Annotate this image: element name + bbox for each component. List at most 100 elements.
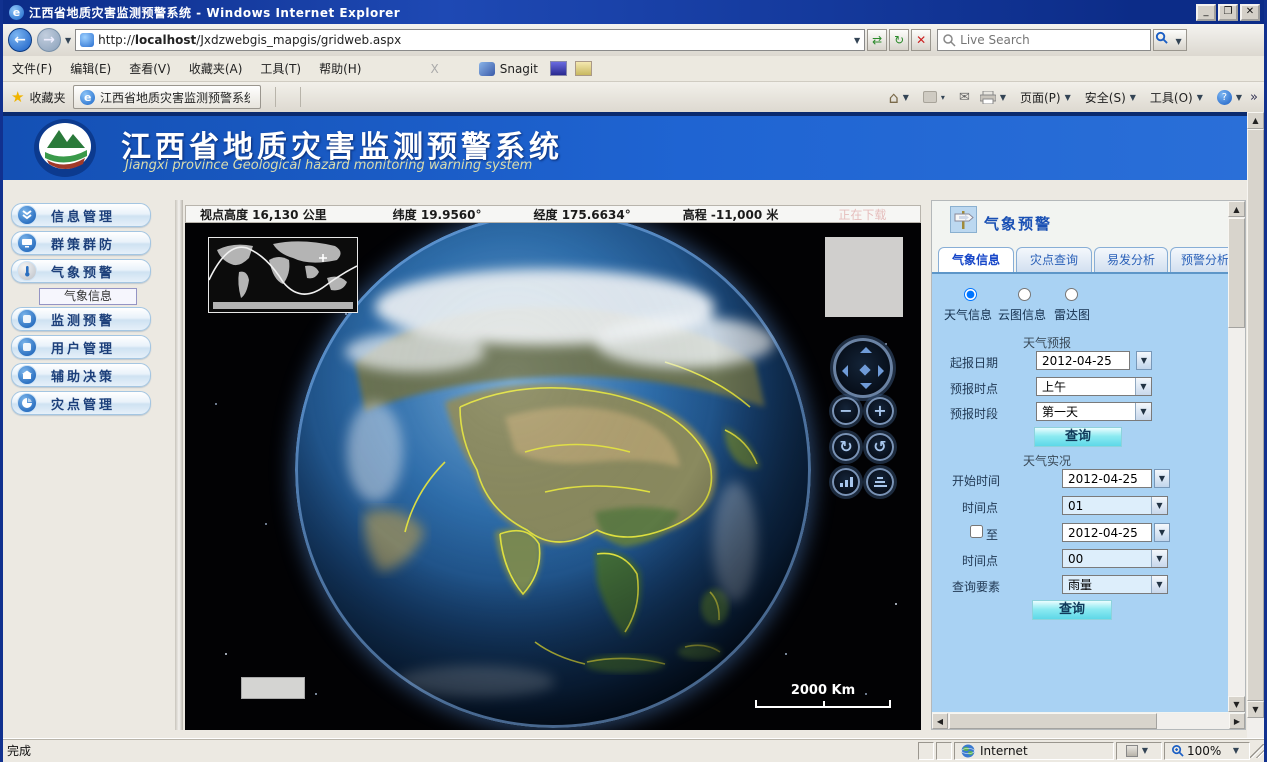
- panel-hscroll-thumb[interactable]: [949, 713, 1157, 729]
- pan-up-icon[interactable]: [860, 347, 872, 353]
- time-point-select[interactable]: 01▼: [1062, 496, 1168, 515]
- radio-label-cloud[interactable]: 云图信息: [998, 306, 1046, 323]
- feeds-button[interactable]: ▾: [923, 91, 949, 103]
- pan-center-icon[interactable]: [859, 364, 870, 375]
- favorites-button[interactable]: 收藏夹: [29, 89, 65, 106]
- address-input[interactable]: http://localhost/Jxdzwebgis_mapgis/gridw…: [75, 29, 865, 51]
- tools-menu-button[interactable]: 工具(O)▼: [1150, 89, 1207, 106]
- page-vscrollbar[interactable]: ▲ ▼: [1247, 112, 1264, 738]
- forecast-time-select[interactable]: 上午▼: [1036, 377, 1152, 396]
- radio-weather-info[interactable]: [964, 288, 977, 301]
- refresh-button[interactable]: ↻: [889, 29, 909, 51]
- restore-button[interactable]: ❐: [1218, 4, 1238, 21]
- until-date-dropdown-icon[interactable]: ▼: [1154, 523, 1170, 542]
- read-mail-button[interactable]: ✉: [959, 90, 970, 105]
- radio-label-weather[interactable]: 天气信息: [944, 306, 992, 323]
- live-query-button[interactable]: 查询: [1032, 600, 1112, 620]
- menu-file[interactable]: 文件(F): [3, 57, 61, 80]
- radio-label-radar[interactable]: 雷达图: [1054, 306, 1090, 323]
- forecast-date-dropdown-icon[interactable]: ▼: [1136, 351, 1152, 370]
- sidebar-splitter[interactable]: [175, 200, 183, 730]
- sidebar-item-group-prevention[interactable]: 群策群防: [11, 231, 151, 255]
- protected-mode-cell[interactable]: ▼: [1116, 742, 1162, 760]
- search-input[interactable]: [960, 33, 1150, 47]
- tilt-up-button[interactable]: [832, 468, 860, 496]
- print-dropdown-icon[interactable]: ▼: [996, 93, 1010, 102]
- zoom-cell[interactable]: 100% ▼: [1164, 742, 1250, 760]
- panel-scroll-left-icon[interactable]: ◀: [932, 713, 948, 729]
- panel-scroll-down-icon[interactable]: ▼: [1228, 696, 1245, 712]
- print-button[interactable]: ▼: [980, 91, 1010, 104]
- panel-scroll-up-icon[interactable]: ▲: [1228, 201, 1245, 217]
- search-box[interactable]: [937, 29, 1151, 51]
- menu-edit[interactable]: 编辑(E): [61, 57, 120, 80]
- panel-scroll-right-icon[interactable]: ▶: [1229, 713, 1245, 729]
- snagit-capture-icon[interactable]: [550, 61, 567, 76]
- panel-vscrollbar[interactable]: ▲ ▼: [1228, 201, 1245, 712]
- rotate-ccw-button[interactable]: ↺: [866, 433, 894, 461]
- protected-dropdown-icon[interactable]: ▼: [1138, 746, 1152, 755]
- help-button[interactable]: ?▼: [1217, 90, 1246, 105]
- page-vscroll-thumb[interactable]: [1247, 129, 1264, 701]
- menu-help[interactable]: 帮助(H): [310, 57, 370, 80]
- until-date-value[interactable]: 2012-04-25: [1062, 523, 1152, 542]
- menu-tools[interactable]: 工具(T): [251, 57, 310, 80]
- start-date-dropdown-icon[interactable]: ▼: [1154, 469, 1170, 488]
- forecast-query-button[interactable]: 查询: [1034, 427, 1122, 447]
- zoom-dropdown-icon[interactable]: ▼: [1229, 746, 1243, 755]
- pan-control[interactable]: [833, 338, 893, 398]
- sidebar-item-user-management[interactable]: 用户管理: [11, 335, 151, 359]
- compatibility-button[interactable]: ⇄: [867, 29, 887, 51]
- radio-radar-image[interactable]: [1065, 288, 1078, 301]
- resize-grip[interactable]: [1250, 744, 1264, 758]
- forward-button[interactable]: →: [37, 28, 61, 52]
- forecast-period-select[interactable]: 第一天▼: [1036, 402, 1152, 421]
- search-options-icon[interactable]: ▼: [1171, 37, 1185, 46]
- globe-viewport[interactable]: − + ↻ ↺ 2000 Km: [185, 223, 921, 730]
- page-menu-button[interactable]: 页面(P)▼: [1020, 89, 1075, 106]
- sidebar-item-decision-support[interactable]: 辅助决策: [11, 363, 151, 387]
- pan-left-icon[interactable]: [842, 365, 848, 377]
- menu-favorites[interactable]: 收藏夹(A): [180, 57, 252, 80]
- tilt-down-button[interactable]: [866, 468, 894, 496]
- page-scroll-down-icon[interactable]: ▼: [1247, 701, 1264, 718]
- minimize-button[interactable]: _: [1196, 4, 1216, 21]
- rotate-cw-button[interactable]: ↻: [832, 433, 860, 461]
- snagit-button[interactable]: Snagit: [479, 62, 538, 76]
- safety-menu-button[interactable]: 安全(S)▼: [1085, 89, 1140, 106]
- sidebar-item-weather-warning[interactable]: 气象预警: [11, 259, 151, 283]
- sidebar-item-info-management[interactable]: 信息管理: [11, 203, 151, 227]
- earth-globe[interactable]: [295, 223, 811, 728]
- panel-hscrollbar[interactable]: ◀ ▶: [932, 713, 1245, 729]
- home-dropdown-icon[interactable]: ▼: [899, 93, 913, 102]
- history-dropdown-icon[interactable]: ▼: [61, 36, 75, 45]
- close-button[interactable]: ✕: [1240, 4, 1260, 21]
- run-search-button[interactable]: ▼: [1153, 29, 1187, 51]
- until-checkbox[interactable]: [970, 525, 983, 538]
- tab-susceptibility-analysis[interactable]: 易发分析: [1094, 247, 1168, 272]
- stop-button[interactable]: ✕: [911, 29, 931, 51]
- tab-hazard-query[interactable]: 灾点查询: [1016, 247, 1092, 272]
- sidebar-item-monitoring-warning[interactable]: 监测预警: [11, 307, 151, 331]
- forecast-date-value[interactable]: 2012-04-25: [1036, 351, 1130, 370]
- tab-weather-info[interactable]: 气象信息: [938, 247, 1014, 272]
- menu-view[interactable]: 查看(V): [120, 57, 180, 80]
- browser-tab[interactable]: e 江西省地质灾害监测预警系统: [73, 85, 261, 109]
- back-button[interactable]: ←: [8, 28, 32, 52]
- overflow-chevron[interactable]: »: [1250, 90, 1258, 105]
- page-scroll-up-icon[interactable]: ▲: [1247, 112, 1264, 129]
- feeds-dropdown-icon[interactable]: ▾: [937, 93, 949, 102]
- pan-down-icon[interactable]: [860, 383, 872, 389]
- panel-vscroll-thumb[interactable]: [1228, 218, 1245, 328]
- home-button[interactable]: ⌂▼: [889, 88, 913, 107]
- zoom-out-button[interactable]: −: [832, 397, 860, 425]
- zoom-in-button[interactable]: +: [866, 397, 894, 425]
- start-date-value[interactable]: 2012-04-25: [1062, 469, 1152, 488]
- pan-right-icon[interactable]: [878, 365, 884, 377]
- query-element-select[interactable]: 雨量▼: [1062, 575, 1168, 594]
- snagit-profile-icon[interactable]: [575, 61, 592, 76]
- sidebar-subitem-weather-info[interactable]: 气象信息: [39, 288, 137, 305]
- overview-map[interactable]: [208, 237, 358, 313]
- radio-cloud-image[interactable]: [1018, 288, 1031, 301]
- sidebar-item-hazard-management[interactable]: 灾点管理: [11, 391, 151, 415]
